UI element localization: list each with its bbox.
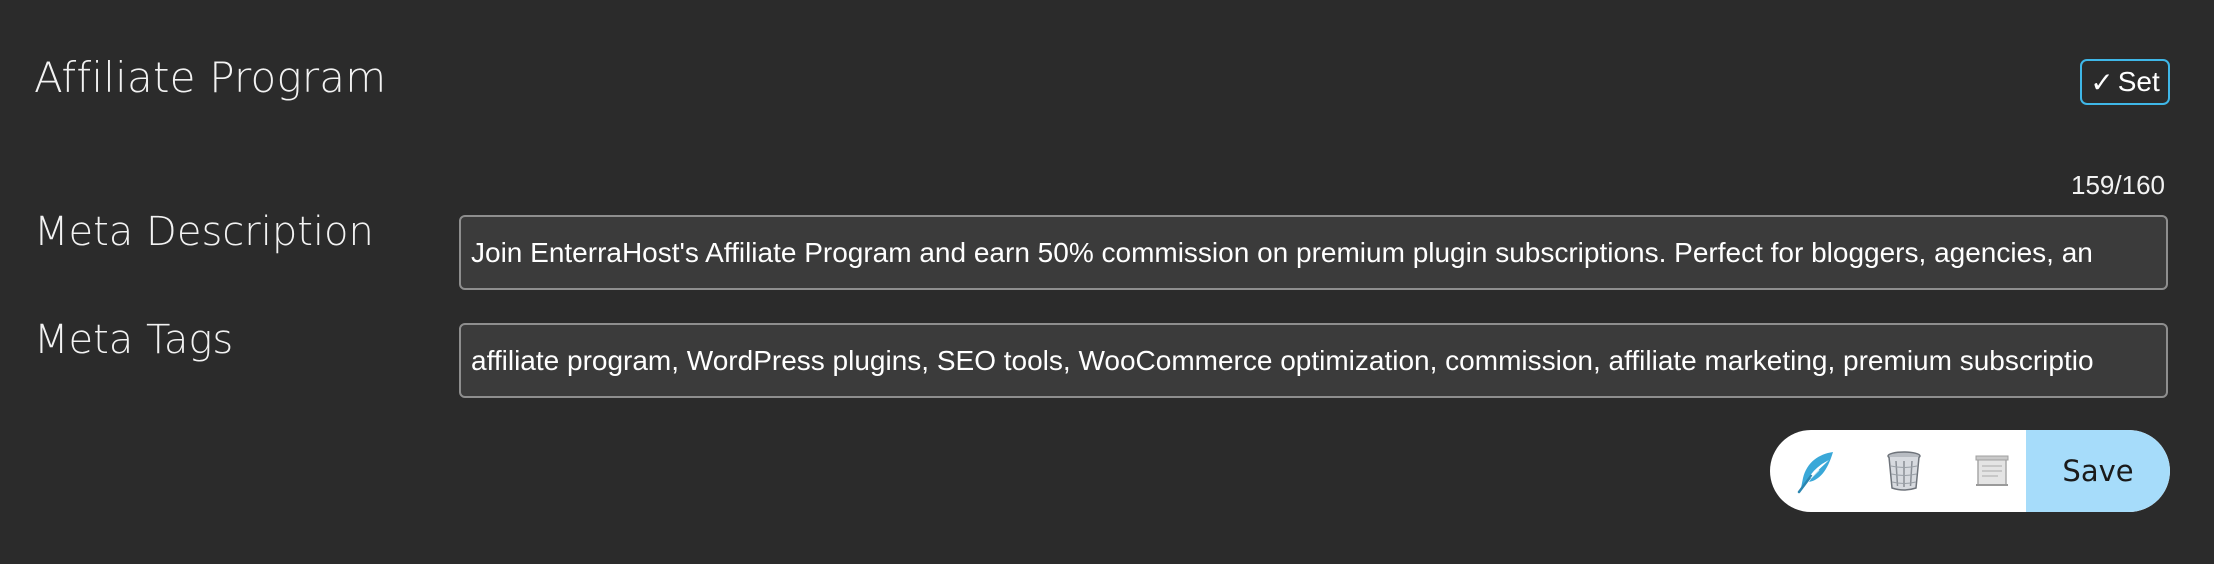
set-button[interactable]: ✓ Set <box>2080 59 2170 105</box>
meta-tags-label: Meta Tags <box>34 317 234 363</box>
feather-icon[interactable] <box>1772 430 1860 512</box>
meta-description-input[interactable]: Join EnterraHost's Affiliate Program and… <box>459 215 2168 290</box>
description-char-counter: 159/160 <box>2071 170 2165 200</box>
checkmark-icon: ✓ <box>2090 66 2114 98</box>
action-bar: Save <box>1770 430 2170 512</box>
meta-tags-input[interactable]: affiliate program, WordPress plugins, SE… <box>459 323 2168 398</box>
save-button[interactable]: Save <box>2026 430 2170 512</box>
document-icon[interactable] <box>1948 430 2036 512</box>
meta-description-value: Join EnterraHost's Affiliate Program and… <box>471 236 2093 268</box>
meta-tags-value: affiliate program, WordPress plugins, SE… <box>471 344 2094 376</box>
trash-icon[interactable] <box>1860 430 1948 512</box>
page-title: Affiliate Program <box>34 53 387 102</box>
meta-description-label: Meta Description <box>34 209 374 255</box>
set-button-label: Set <box>2117 66 2160 97</box>
